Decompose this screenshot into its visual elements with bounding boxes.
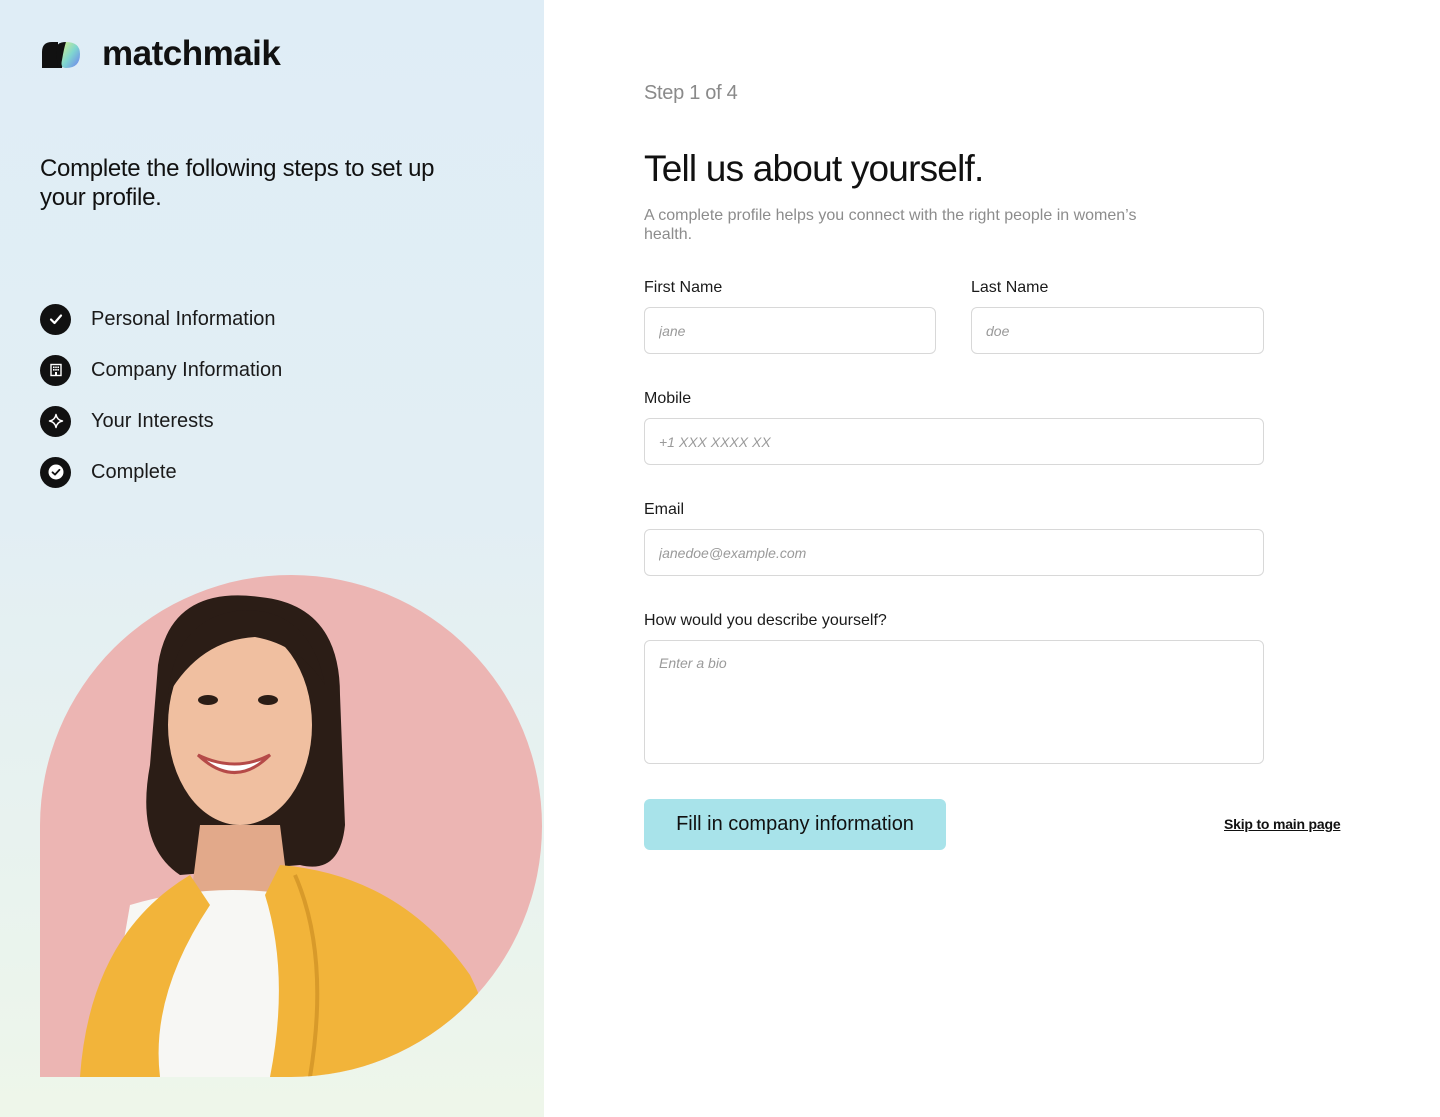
bio-label: How would you describe yourself?	[644, 612, 887, 629]
step-counter: Step 1 of 4	[644, 82, 738, 104]
step-company-information[interactable]: Company Information	[40, 354, 282, 386]
step-label: Company Information	[91, 358, 283, 381]
step-label: Complete	[91, 460, 177, 483]
bio-textarea[interactable]	[644, 640, 1264, 764]
email-input[interactable]	[644, 529, 1264, 576]
main-panel: Step 1 of 4 Tell us about yourself. A co…	[644, 0, 1344, 1117]
brand[interactable]: matchmaik	[40, 34, 281, 74]
mobile-input[interactable]	[644, 418, 1264, 465]
first-name-input[interactable]	[644, 307, 936, 354]
sidebar-intro: Complete the following steps to set up y…	[40, 155, 435, 211]
check-circle-icon	[40, 303, 71, 335]
step-your-interests[interactable]: Your Interests	[40, 405, 282, 437]
sidebar: matchmaik Complete the following steps t…	[0, 0, 544, 1117]
brand-name: matchmaik	[102, 34, 281, 73]
step-label: Personal Information	[91, 307, 276, 330]
check-badge-icon	[40, 456, 71, 488]
steps-list: Personal Information Company Information…	[40, 303, 282, 507]
last-name-label: Last Name	[971, 279, 1049, 296]
building-icon	[40, 354, 71, 386]
step-complete[interactable]: Complete	[40, 456, 282, 488]
step-personal-information[interactable]: Personal Information	[40, 303, 282, 335]
fill-company-information-button[interactable]: Fill in company information	[644, 799, 946, 850]
page-title: Tell us about yourself.	[644, 148, 984, 189]
sparkle-icon	[40, 405, 71, 437]
skip-to-main-page-link[interactable]: Skip to main page	[1224, 816, 1341, 832]
profile-photo	[40, 575, 544, 1077]
first-name-label: First Name	[644, 279, 723, 296]
mobile-label: Mobile	[644, 390, 692, 407]
email-label: Email	[644, 501, 685, 518]
last-name-input[interactable]	[971, 307, 1264, 354]
matchmaik-logo-icon	[40, 38, 82, 70]
page-subtitle: A complete profile helps you connect wit…	[644, 207, 1137, 243]
step-label: Your Interests	[91, 409, 214, 432]
